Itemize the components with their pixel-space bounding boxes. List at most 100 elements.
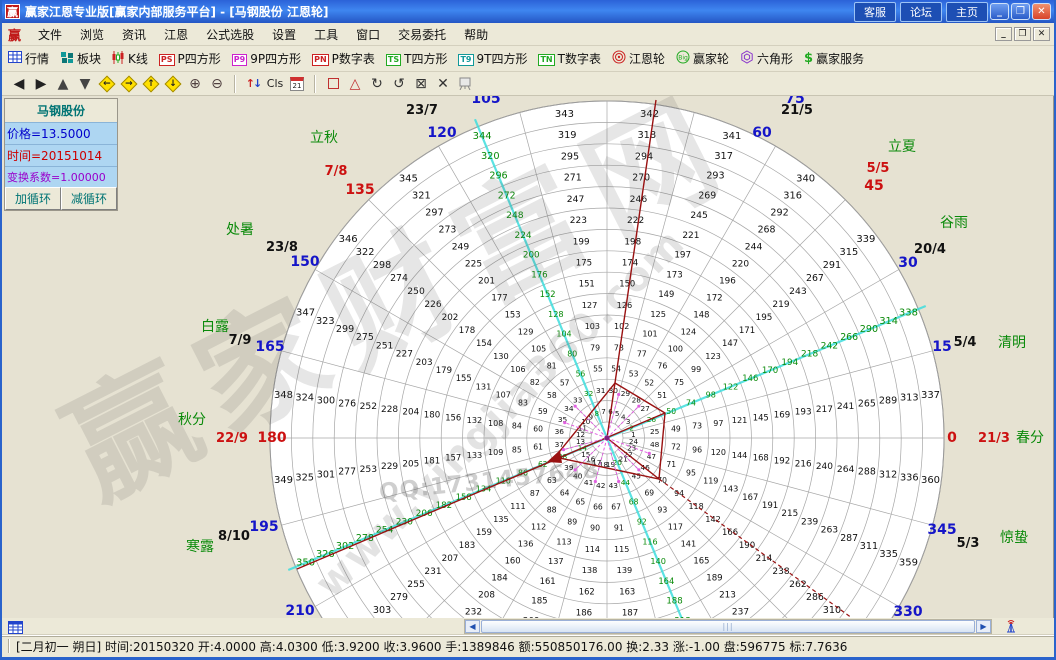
svg-text:184: 184 bbox=[491, 574, 507, 584]
svg-text:53: 53 bbox=[629, 369, 639, 378]
draw-triangle-icon[interactable]: △ bbox=[344, 74, 366, 94]
menu-bar: 赢 文件浏览资讯江恩公式选股设置工具窗口交易委托帮助 _❐✕ bbox=[2, 23, 1054, 46]
svg-text:43: 43 bbox=[609, 481, 619, 490]
svg-text:69: 69 bbox=[644, 489, 654, 498]
svg-text:145: 145 bbox=[753, 412, 769, 422]
menu-item-江恩[interactable]: 江恩 bbox=[155, 24, 197, 45]
chart-canvas: 1234567891011121314151617181920212223242… bbox=[2, 96, 1054, 618]
menu-item-交易委托[interactable]: 交易委托 bbox=[389, 24, 455, 45]
maximize-button[interactable]: ❐ bbox=[1011, 3, 1030, 20]
pointer-down-icon[interactable]: ▼ bbox=[74, 74, 96, 94]
svg-text:167: 167 bbox=[742, 492, 758, 502]
p-table-button[interactable]: PNP数字表 bbox=[310, 49, 377, 68]
svg-text:125: 125 bbox=[650, 309, 666, 319]
frame-select-icon[interactable]: ⊠ bbox=[410, 74, 432, 94]
svg-text:180: 180 bbox=[424, 410, 440, 420]
cls-button[interactable]: Cls bbox=[264, 74, 286, 94]
wheel-angle-label: 195 bbox=[249, 519, 278, 535]
svg-text:193: 193 bbox=[795, 408, 812, 418]
9p-square-button[interactable]: P99P四方形 bbox=[230, 49, 303, 68]
kline-button[interactable]: K线 bbox=[110, 49, 150, 68]
market-grid-button[interactable]: 行情 bbox=[6, 49, 51, 68]
horizontal-scrollbar[interactable]: ◀ ||| ▶ bbox=[464, 619, 992, 634]
p-square-button[interactable]: PSP四方形 bbox=[157, 49, 223, 68]
winner-wheel-button[interactable]: Big赢家轮 bbox=[674, 49, 731, 68]
svg-text:144: 144 bbox=[732, 450, 748, 460]
menu-item-帮助[interactable]: 帮助 bbox=[455, 24, 497, 45]
mdi-restore-button[interactable]: ❐ bbox=[1014, 27, 1031, 41]
winner-service-button[interactable]: $赢家服务 bbox=[802, 49, 866, 68]
menu-item-文件[interactable]: 文件 bbox=[29, 24, 71, 45]
sector-blocks-button[interactable]: 板块 bbox=[58, 49, 103, 68]
title-button-2[interactable]: 主页 bbox=[946, 2, 988, 22]
svg-text:121: 121 bbox=[732, 415, 748, 425]
svg-text:164: 164 bbox=[658, 576, 674, 586]
svg-text:154: 154 bbox=[476, 338, 492, 348]
svg-text:220: 220 bbox=[732, 260, 749, 270]
menu-item-公式选股[interactable]: 公式选股 bbox=[197, 24, 263, 45]
wheel-angle-label: 105 bbox=[471, 96, 500, 107]
sub-cycle-button[interactable]: 减循环 bbox=[61, 187, 117, 210]
wheel-angle-label: 150 bbox=[290, 254, 319, 270]
add-cycle-button[interactable]: 加循环 bbox=[5, 187, 61, 210]
mdi-close-button[interactable]: ✕ bbox=[1033, 27, 1050, 41]
scroll-left-arrow-icon[interactable]: ◀ bbox=[465, 620, 480, 633]
svg-text:100: 100 bbox=[668, 344, 683, 353]
pan-right-icon[interactable]: → bbox=[118, 74, 140, 94]
pan-up-icon[interactable]: ↑ bbox=[140, 74, 162, 94]
zoom-in-icon[interactable]: ⊕ bbox=[184, 74, 206, 94]
gann-wheel-chart[interactable]: 1234567891011121314151617181920212223242… bbox=[2, 96, 1054, 618]
wheel-angle-label: 210 bbox=[285, 603, 314, 618]
svg-text:8: 8 bbox=[594, 409, 599, 418]
pointer-up-icon[interactable]: ▲ bbox=[52, 74, 74, 94]
menu-logo-icon: 赢 bbox=[8, 25, 21, 44]
wheel-term-label: 处暑 bbox=[226, 222, 254, 238]
menu-item-浏览[interactable]: 浏览 bbox=[71, 24, 113, 45]
rotate-cw-icon[interactable]: ↻ bbox=[366, 74, 388, 94]
menu-item-工具[interactable]: 工具 bbox=[305, 24, 347, 45]
scroll-right-arrow-icon[interactable]: ▶ bbox=[976, 620, 991, 633]
svg-text:179: 179 bbox=[436, 366, 452, 376]
page-right-icon[interactable]: ▶ bbox=[30, 74, 52, 94]
app-logo-icon: 赢 bbox=[5, 4, 20, 19]
pan-down-icon[interactable]: ↓ bbox=[162, 74, 184, 94]
easel-icon[interactable] bbox=[454, 74, 476, 94]
fit-center-icon[interactable]: ✕ bbox=[432, 74, 454, 94]
t-square-icon: TS bbox=[386, 51, 401, 66]
svg-text:359: 359 bbox=[899, 557, 918, 568]
svg-text:85: 85 bbox=[512, 445, 522, 454]
9t-square-button[interactable]: T99T四方形 bbox=[456, 49, 529, 68]
svg-text:349: 349 bbox=[274, 475, 293, 486]
t-square-button[interactable]: TST四方形 bbox=[384, 49, 450, 68]
toolbar-separator bbox=[234, 75, 236, 93]
page-left-icon[interactable]: ◀ bbox=[8, 74, 30, 94]
wheel-term-label: 春分 bbox=[1016, 430, 1044, 446]
hexagon-button[interactable]: 六角形 bbox=[738, 49, 795, 68]
mini-table-icon[interactable] bbox=[8, 619, 23, 638]
minimize-button[interactable]: _ bbox=[990, 3, 1009, 20]
zoom-out-icon[interactable]: ⊖ bbox=[206, 74, 228, 94]
drawing-toolbar: ◀▶▲▼←→↑↓⊕⊖↑↓Cls21△↻↺⊠✕ bbox=[2, 72, 1054, 96]
calendar-icon[interactable]: 21 bbox=[286, 74, 308, 94]
pan-left-icon[interactable]: ← bbox=[96, 74, 118, 94]
mdi-minimize-button[interactable]: _ bbox=[995, 27, 1012, 41]
t-table-button[interactable]: TNT数字表 bbox=[536, 49, 603, 68]
title-button-0[interactable]: 客服 bbox=[854, 2, 896, 22]
svg-text:61: 61 bbox=[533, 443, 543, 452]
svg-text:25: 25 bbox=[650, 427, 660, 436]
title-button-1[interactable]: 论坛 bbox=[900, 2, 942, 22]
rotate-ccw-icon[interactable]: ↺ bbox=[388, 74, 410, 94]
draw-square-icon[interactable] bbox=[322, 74, 344, 94]
svg-text:29: 29 bbox=[621, 389, 631, 398]
menu-item-窗口[interactable]: 窗口 bbox=[347, 24, 389, 45]
cycle-button-group: 加循环 减循环 bbox=[5, 187, 117, 210]
price-axis-icon[interactable]: ↑↓ bbox=[242, 74, 264, 94]
gann-wheel-button[interactable]: 江恩轮 bbox=[610, 49, 667, 68]
svg-text:78: 78 bbox=[614, 343, 624, 352]
close-button[interactable]: ✕ bbox=[1032, 3, 1051, 20]
scrollbar-thumb[interactable]: ||| bbox=[481, 620, 975, 633]
app-window: 赢 赢家江恩专业版[赢家内部服务平台] - [马钢股份 江恩轮] 客服论坛主页 … bbox=[0, 0, 1056, 660]
menu-item-设置[interactable]: 设置 bbox=[263, 24, 305, 45]
svg-text:215: 215 bbox=[781, 509, 798, 519]
menu-item-资讯[interactable]: 资讯 bbox=[113, 24, 155, 45]
